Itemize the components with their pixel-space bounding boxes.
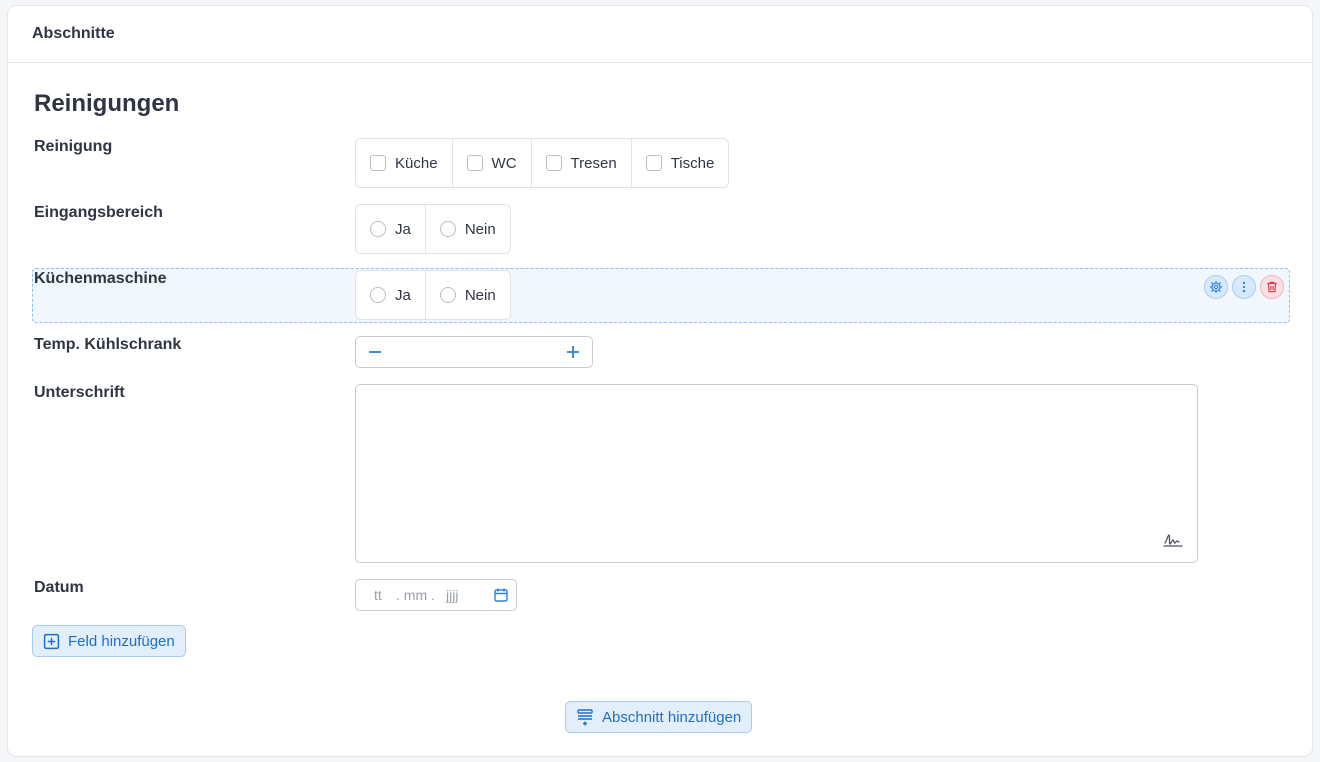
calendar-icon[interactable] <box>493 587 509 603</box>
date-year-placeholder: jjjj <box>446 587 459 603</box>
radio[interactable] <box>370 287 386 303</box>
decrement-button[interactable] <box>364 341 386 363</box>
checkbox[interactable] <box>466 155 483 171</box>
temperature-stepper[interactable] <box>355 336 593 368</box>
option-label: Tresen <box>570 154 617 172</box>
date-month-segment: . mm . <box>396 587 435 603</box>
checkbox-option-tische[interactable]: Tische <box>630 139 729 187</box>
radio[interactable] <box>370 221 386 237</box>
field-label-unterschrift: Unterschrift <box>34 384 125 401</box>
add-section-button[interactable]: Abschnitt hinzufügen <box>565 701 753 733</box>
add-section-label: Abschnitt hinzufügen <box>602 708 742 726</box>
signature-icon <box>1163 534 1183 547</box>
checkbox-option-kueche[interactable]: Küche <box>356 139 452 187</box>
field-datum: Datum tt . mm . jjjj <box>32 579 1290 611</box>
field-label-temp: Temp. Kühlschrank <box>34 336 182 353</box>
field-eingangsbereich: Eingangsbereich Ja Nein <box>32 204 1290 254</box>
option-label: Tische <box>670 154 715 172</box>
field-kuechenmaschine: Küchenmaschine Ja Nein <box>32 270 1290 320</box>
option-label: WC <box>491 154 517 172</box>
option-label: Küche <box>395 154 438 172</box>
card-header: Abschnitte <box>8 6 1312 63</box>
plus-square-icon <box>43 633 60 649</box>
radio-group-kuechenmaschine: Ja Nein <box>355 270 511 320</box>
option-label: Ja <box>395 220 411 238</box>
card-title: Abschnitte <box>32 25 115 42</box>
section-title: Reinigungen <box>34 90 180 117</box>
plus-icon <box>567 346 579 358</box>
checkbox[interactable] <box>645 155 662 171</box>
field-label-eingangsbereich: Eingangsbereich <box>34 204 163 221</box>
add-field-label: Feld hinzufügen <box>68 632 175 650</box>
radio-option-ja[interactable]: Ja <box>356 205 425 253</box>
radio-group-eingangsbereich: Ja Nein <box>355 204 511 254</box>
signature-pad[interactable] <box>355 384 1198 563</box>
field-label-datum: Datum <box>34 579 84 596</box>
option-label: Nein <box>464 286 496 304</box>
add-field-button[interactable]: Feld hinzufügen <box>32 625 186 657</box>
radio-option-nein[interactable]: Nein <box>424 271 510 319</box>
increment-button[interactable] <box>562 341 584 363</box>
radio-option-ja[interactable]: Ja <box>356 271 425 319</box>
radio[interactable] <box>439 287 456 303</box>
field-label-kuechenmaschine: Küchenmaschine <box>34 270 167 287</box>
radio-option-nein[interactable]: Nein <box>424 205 510 253</box>
date-month-placeholder: mm <box>403 587 428 603</box>
field-temp-kuehlschrank: Temp. Kühlschrank <box>32 336 1290 368</box>
field-label-reinigung: Reinigung <box>34 138 113 155</box>
checkbox-option-wc[interactable]: WC <box>451 139 531 187</box>
option-label: Ja <box>395 286 411 304</box>
checkbox-option-tresen[interactable]: Tresen <box>530 139 631 187</box>
checkbox[interactable] <box>370 155 386 171</box>
checkbox[interactable] <box>545 155 562 171</box>
sections-card: Abschnitte Reinigungen Reinigung Küche W… <box>7 5 1313 757</box>
radio[interactable] <box>439 221 456 237</box>
checkbox-group-reinigung: Küche WC Tresen Tische <box>355 138 730 188</box>
date-day-placeholder: tt <box>374 587 382 603</box>
option-label: Nein <box>464 220 496 238</box>
minus-icon <box>369 351 381 353</box>
field-reinigung: Reinigung Küche WC Tresen Tische <box>32 138 1290 188</box>
date-input[interactable]: tt . mm . jjjj <box>355 579 517 611</box>
field-unterschrift: Unterschrift <box>32 384 1290 563</box>
add-section-icon <box>577 709 593 726</box>
